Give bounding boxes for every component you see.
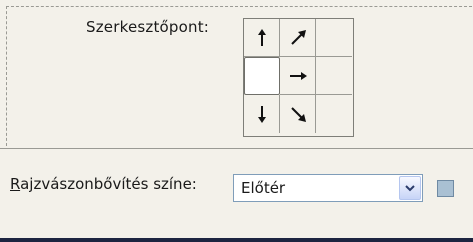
dialog-frame-top — [6, 6, 472, 7]
anchor-cell-middle-center[interactable] — [280, 57, 316, 95]
arrow-down-icon — [257, 106, 266, 123]
canvas-extension-color-select[interactable]: Előtér — [233, 174, 423, 202]
canvas-extension-color-label: Rajzvászonbővítés színe: — [10, 175, 197, 193]
dropdown-button[interactable] — [399, 176, 421, 200]
arrow-up-icon — [257, 28, 266, 46]
chevron-down-icon — [405, 185, 415, 192]
arrow-right-icon — [289, 71, 307, 80]
anchor-cell-middle-left-selected[interactable] — [244, 57, 280, 95]
label-mnemonic: R — [10, 175, 21, 193]
anchor-cell-top-center[interactable] — [280, 19, 316, 57]
select-value: Előtér — [241, 179, 286, 197]
anchor-cell-bottom-center[interactable] — [280, 95, 316, 133]
arrow-down-right-icon — [290, 107, 306, 122]
window-bottom-edge — [0, 238, 473, 242]
anchor-cell-bottom-right[interactable] — [316, 95, 352, 133]
dialog-frame-left — [6, 6, 7, 146]
anchor-cell-top-left[interactable] — [244, 19, 280, 57]
color-swatch[interactable] — [437, 180, 454, 197]
anchor-cell-bottom-left[interactable] — [244, 95, 280, 133]
anchor-grid — [243, 18, 354, 137]
arrow-up-right-icon — [290, 29, 306, 45]
label-text: ajzvászonbővítés színe: — [20, 175, 197, 193]
anchor-label: Szerkesztőpont: — [86, 18, 210, 36]
anchor-cell-top-right[interactable] — [316, 19, 352, 57]
anchor-cell-middle-right[interactable] — [316, 57, 352, 95]
section-separator — [0, 148, 473, 149]
